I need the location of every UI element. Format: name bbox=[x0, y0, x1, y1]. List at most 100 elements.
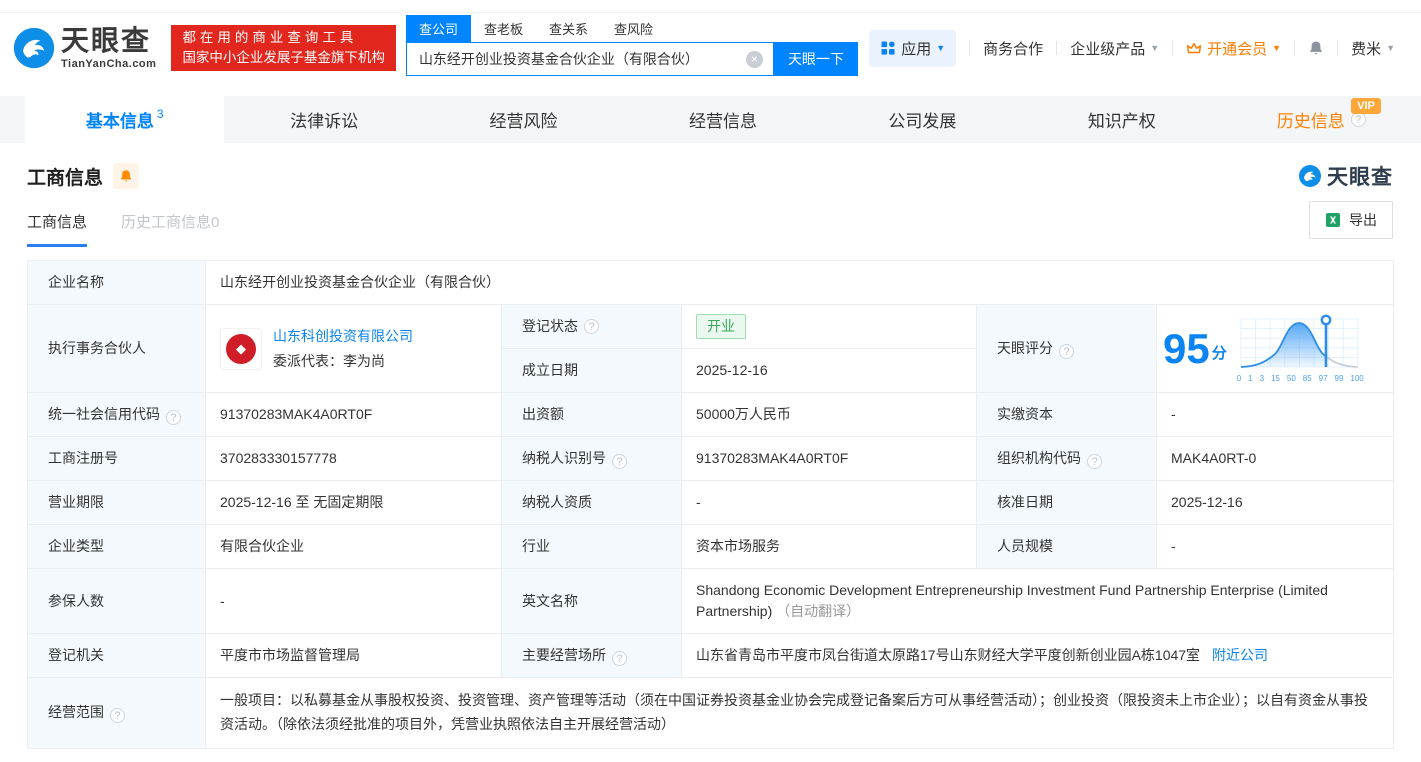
business-scope-value: 一般项目：以私募基金从事股权投资、投资管理、资产管理等活动（须在中国证券投资基金… bbox=[206, 678, 1394, 749]
status-badge: 开业 bbox=[696, 314, 746, 339]
help-icon[interactable] bbox=[166, 410, 181, 425]
address-value: 山东省青岛市平度市凤台街道太原路17号山东财经大学平度创新创业园A栋1047室 bbox=[696, 647, 1200, 663]
industry-label: 行业 bbox=[502, 525, 682, 569]
tab-operational-risk[interactable]: 经营风险 bbox=[424, 96, 623, 143]
approval-date-value: 2025-12-16 bbox=[1157, 481, 1394, 525]
help-icon[interactable] bbox=[1059, 344, 1074, 359]
promo-banner[interactable]: 都在用的商业查询工具 国家中小企业发展子基金旗下机构 bbox=[171, 25, 396, 71]
tab-legal-label: 法律诉讼 bbox=[290, 107, 358, 132]
tab-development-label: 公司发展 bbox=[888, 107, 956, 132]
help-icon[interactable] bbox=[1087, 454, 1102, 469]
nav-user[interactable]: 费米 ▼ bbox=[1351, 38, 1395, 59]
table-row: 经营范围 一般项目：以私募基金从事股权投资、投资管理、资产管理等活动（须在中国证… bbox=[28, 678, 1394, 749]
tab-history-info[interactable]: VIP 历史信息 bbox=[1222, 96, 1421, 143]
tab-basic-label: 基本信息 bbox=[86, 107, 154, 132]
tab-risk-label: 经营风险 bbox=[490, 107, 558, 132]
table-row: 企业类型 有限合伙企业 行业 资本市场服务 人员规模 - bbox=[28, 525, 1394, 569]
subscribe-bell-button[interactable] bbox=[113, 163, 139, 189]
staff-size-value: - bbox=[1157, 525, 1394, 569]
nav-apps[interactable]: 应用 ▼ bbox=[869, 30, 956, 67]
table-row: 企业名称 山东经开创业投资基金合伙企业（有限合伙） bbox=[28, 261, 1394, 305]
insured-value: - bbox=[206, 569, 502, 634]
table-row: 登记机关 平度市市场监督管理局 主要经营场所 山东省青岛市平度市凤台街道太原路1… bbox=[28, 634, 1394, 678]
nearby-companies-link[interactable]: 附近公司 bbox=[1212, 647, 1268, 663]
chevron-down-icon: ▼ bbox=[936, 43, 945, 53]
establish-date-label: 成立日期 bbox=[502, 349, 682, 392]
tab-intellectual-property[interactable]: 知识产权 bbox=[1022, 96, 1221, 143]
score-cell: 95 分 bbox=[1157, 305, 1394, 393]
subtab-business-info[interactable]: 工商信息 bbox=[27, 211, 87, 247]
subtab-history-business-info[interactable]: 历史工商信息0 bbox=[121, 211, 219, 247]
taxpayer-id-label: 纳税人识别号 bbox=[502, 437, 682, 481]
org-code-label: 组织机构代码 bbox=[977, 437, 1157, 481]
search-tab-company[interactable]: 查公司 bbox=[406, 15, 471, 42]
establish-date-value: 2025-12-16 bbox=[682, 349, 976, 392]
clear-search-icon[interactable] bbox=[746, 51, 763, 68]
tab-basic-info[interactable]: 基本信息 3 bbox=[25, 96, 224, 143]
notifications-button[interactable] bbox=[1308, 40, 1324, 56]
top-nav: 应用 ▼ 商务合作 企业级产品 ▼ 开通会员 ▼ 费米 ▼ bbox=[869, 30, 1421, 67]
paid-capital-value: - bbox=[1157, 393, 1394, 437]
help-icon[interactable] bbox=[110, 708, 125, 723]
nav-membership[interactable]: 开通会员 ▼ bbox=[1186, 38, 1281, 59]
registry-label: 登记机关 bbox=[28, 634, 206, 678]
partner-company-link[interactable]: 山东科创投资有限公司 bbox=[273, 328, 413, 344]
site-logo[interactable]: 天眼查 TianYanCha.com bbox=[12, 26, 156, 70]
nav-username: 费米 bbox=[1351, 38, 1381, 59]
business-info-table: 企业名称 山东经开创业投资基金合伙企业（有限合伙） 执行事务合伙人 ◆ 山东科创… bbox=[27, 260, 1394, 749]
company-type-value: 有限合伙企业 bbox=[206, 525, 502, 569]
tianyancha-logo-icon bbox=[1298, 164, 1322, 188]
site-domain: TianYanCha.com bbox=[61, 58, 156, 70]
taxpayer-quality-label: 纳税人资质 bbox=[502, 481, 682, 525]
export-button[interactable]: 导出 bbox=[1309, 201, 1393, 239]
export-label: 导出 bbox=[1349, 210, 1377, 230]
nav-enterprise[interactable]: 企业级产品 ▼ bbox=[1070, 38, 1159, 59]
nav-cooperation[interactable]: 商务合作 bbox=[983, 38, 1043, 59]
credit-code-label: 统一社会信用代码 bbox=[28, 393, 206, 437]
table-row: 执行事务合伙人 ◆ 山东科创投资有限公司 委派代表：李为尚 登记状态 开业 bbox=[28, 305, 1394, 393]
vip-badge: VIP bbox=[1351, 98, 1381, 114]
site-title: 天眼查 bbox=[61, 27, 156, 55]
search-tab-boss[interactable]: 查老板 bbox=[471, 15, 536, 42]
site-header: 天眼查 TianYanCha.com 都在用的商业查询工具 国家中小企业发展子基… bbox=[0, 0, 1421, 96]
english-name-value: Shandong Economic Development Entreprene… bbox=[682, 569, 1394, 634]
help-icon[interactable] bbox=[612, 651, 627, 666]
nav-separator bbox=[1337, 41, 1338, 55]
search-input[interactable] bbox=[407, 51, 746, 67]
business-scope-label: 经营范围 bbox=[28, 678, 206, 749]
tab-business-label: 经营信息 bbox=[689, 107, 757, 132]
score-unit: 分 bbox=[1212, 343, 1227, 366]
search-area: 查公司 查老板 查关系 查风险 天眼一下 bbox=[406, 15, 858, 76]
search-button[interactable]: 天眼一下 bbox=[774, 42, 858, 76]
reg-number-label: 工商注册号 bbox=[28, 437, 206, 481]
score-axis-labels: 01 315 5085 9799 100 bbox=[1237, 373, 1364, 385]
company-type-label: 企业类型 bbox=[28, 525, 206, 569]
taxpayer-quality-value: - bbox=[682, 481, 977, 525]
tab-history-label: 历史信息 bbox=[1277, 107, 1345, 132]
english-name-label: 英文名称 bbox=[502, 569, 682, 634]
help-icon[interactable] bbox=[1351, 112, 1366, 127]
search-tab-risk[interactable]: 查风险 bbox=[601, 15, 666, 42]
bell-icon bbox=[1308, 40, 1324, 56]
search-tabs: 查公司 查老板 查关系 查风险 bbox=[406, 15, 858, 42]
excel-icon bbox=[1325, 212, 1341, 228]
tab-company-development[interactable]: 公司发展 bbox=[823, 96, 1022, 143]
search-tab-relation[interactable]: 查关系 bbox=[536, 15, 601, 42]
tab-ip-label: 知识产权 bbox=[1088, 107, 1156, 132]
table-row: 工商注册号 370283330157778 纳税人识别号 91370283MAK… bbox=[28, 437, 1394, 481]
taxpayer-id-value: 91370283MAK4A0RT0F bbox=[682, 437, 977, 481]
nav-membership-label: 开通会员 bbox=[1207, 38, 1267, 59]
insured-label: 参保人数 bbox=[28, 569, 206, 634]
executive-partner-cell: ◆ 山东科创投资有限公司 委派代表：李为尚 bbox=[220, 326, 487, 372]
nav-separator bbox=[1056, 41, 1057, 55]
help-icon[interactable] bbox=[584, 319, 599, 334]
executive-partner-label: 执行事务合伙人 bbox=[28, 305, 206, 393]
tab-legal[interactable]: 法律诉讼 bbox=[224, 96, 423, 143]
registration-status-value: 开业 bbox=[682, 305, 976, 349]
help-icon[interactable] bbox=[612, 454, 627, 469]
section-title: 工商信息 bbox=[27, 163, 103, 190]
partner-company-logo: ◆ bbox=[220, 328, 262, 370]
chevron-down-icon: ▼ bbox=[1386, 43, 1395, 53]
score-label: 天眼评分 bbox=[977, 305, 1157, 393]
tab-business-info[interactable]: 经营信息 bbox=[623, 96, 822, 143]
